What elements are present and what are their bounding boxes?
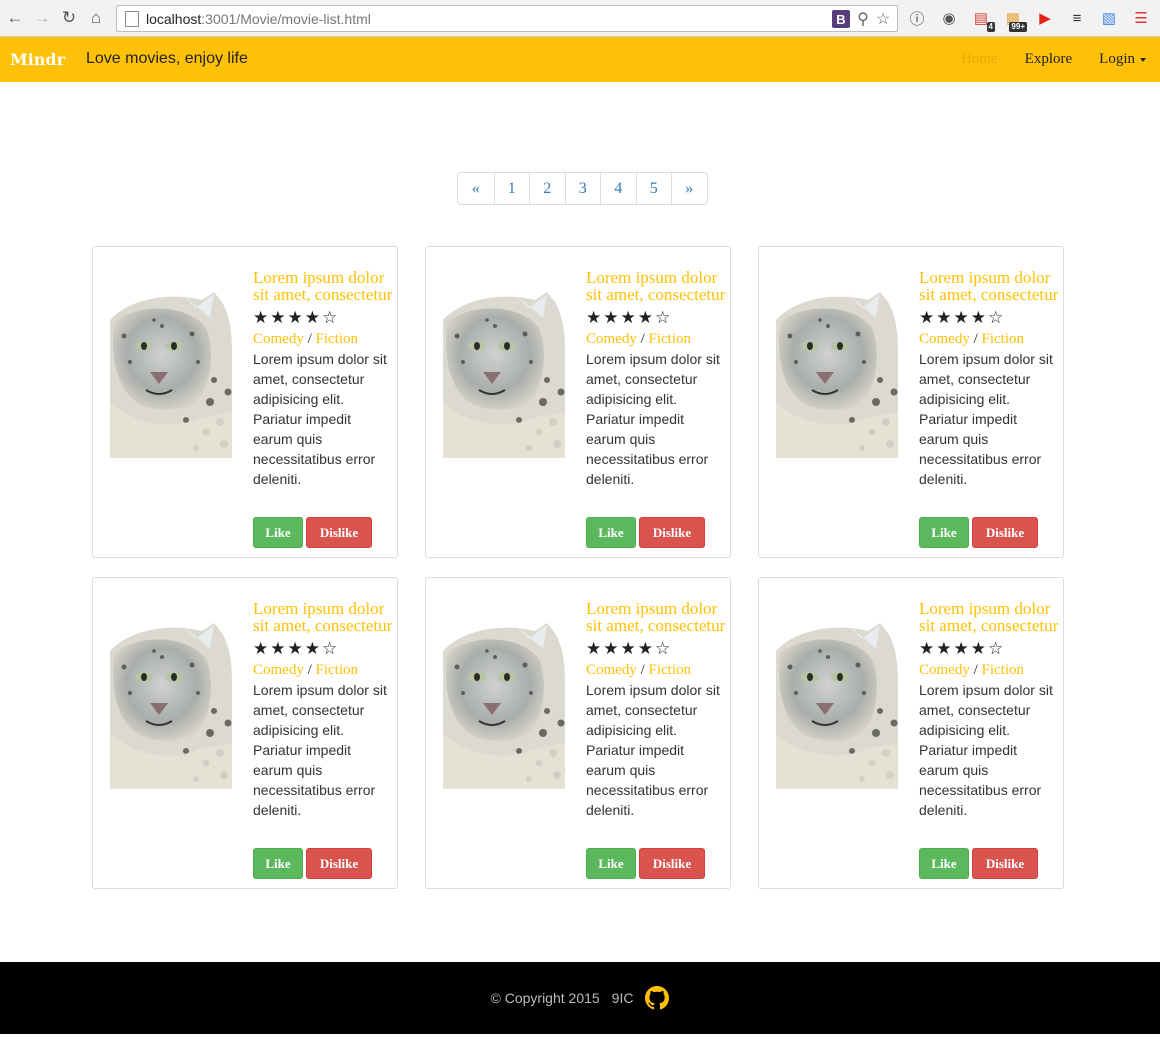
nav-item-login[interactable]: Login (1099, 51, 1146, 68)
menu-icon[interactable]: ☰ (1130, 6, 1152, 30)
reload-icon[interactable]: ↻ (57, 6, 81, 30)
movie-description: Lorem ipsum dolor sit amet, consectetur … (586, 351, 720, 487)
nav-item-explore[interactable]: Explore (1025, 51, 1072, 68)
dislike-button[interactable]: Dislike (972, 848, 1038, 879)
like-button[interactable]: Like (253, 848, 303, 879)
page-prev[interactable]: « (458, 173, 494, 204)
movie-poster-image[interactable] (443, 623, 565, 789)
rating-stars: ★★★★☆ (919, 639, 1006, 658)
movie-description: Lorem ipsum dolor sit amet, consectetur … (919, 351, 1053, 487)
dislike-button[interactable]: Dislike (306, 848, 372, 879)
movie-title[interactable]: Lorem ipsum dolor sit amet, consectetur (586, 600, 726, 634)
translate-extension-icon[interactable]: ▧ (1098, 6, 1120, 30)
back-icon[interactable]: ← (3, 6, 27, 30)
genre-link[interactable]: Comedy (919, 331, 970, 347)
rating-stars: ★★★★☆ (253, 639, 340, 658)
genre-link[interactable]: Comedy (919, 662, 970, 678)
genre-link[interactable]: Comedy (586, 331, 637, 347)
movie-poster-image[interactable] (110, 292, 232, 458)
browser-toolbar: ← → ↻ ⌂ localhost:3001/Movie/movie-list.… (0, 0, 1160, 37)
copyright-text: © Copyright 2015 (490, 990, 600, 1006)
nav-menu: Home Explore Login (934, 51, 1146, 68)
movie-card: Lorem ipsum dolor sit amet, consectetur … (92, 577, 398, 889)
genre-list: Comedy / Fiction (919, 662, 1025, 678)
movie-poster-image[interactable] (443, 292, 565, 458)
movie-card: Lorem ipsum dolor sit amet, consectetur … (425, 246, 731, 558)
movie-card: Lorem ipsum dolor sit amet, consectetur … (758, 577, 1064, 889)
genre-list: Comedy / Fiction (586, 662, 692, 678)
rating-stars: ★★★★☆ (253, 308, 340, 327)
bootstrap-extension-icon[interactable]: B (832, 10, 850, 28)
page-4[interactable]: 4 (600, 173, 636, 204)
like-button[interactable]: Like (586, 848, 636, 879)
dislike-button[interactable]: Dislike (639, 848, 705, 879)
movie-title[interactable]: Lorem ipsum dolor sit amet, consectetur (919, 600, 1059, 634)
movie-title[interactable]: Lorem ipsum dolor sit amet, consectetur (586, 269, 726, 303)
site-navbar: Mindr Love movies, enjoy life Home Explo… (0, 37, 1160, 82)
home-icon[interactable]: ⌂ (84, 6, 108, 30)
page-3[interactable]: 3 (564, 173, 601, 204)
evernote-extension-icon[interactable]: ◉ (938, 6, 960, 30)
movie-card: Lorem ipsum dolor sit amet, consectetur … (425, 577, 731, 889)
info-extension-icon[interactable]: ⓘ (906, 6, 928, 30)
dislike-button[interactable]: Dislike (639, 517, 705, 548)
pagination: « 1 2 3 4 5 » (457, 172, 708, 205)
movie-card: Lorem ipsum dolor sit amet, consectetur … (758, 246, 1064, 558)
movie-description: Lorem ipsum dolor sit amet, consectetur … (586, 682, 720, 818)
genre-list: Comedy / Fiction (253, 662, 359, 678)
movie-description: Lorem ipsum dolor sit amet, consectetur … (253, 682, 387, 818)
genre-link[interactable]: Fiction (649, 331, 692, 347)
page-2[interactable]: 2 (529, 173, 565, 204)
genre-link[interactable]: Fiction (649, 662, 692, 678)
genre-link[interactable]: Fiction (982, 662, 1025, 678)
todoist-extension-icon[interactable]: ▤ 4 (970, 6, 995, 32)
team-name: 9IC (611, 990, 634, 1006)
like-button[interactable]: Like (253, 517, 303, 548)
like-button[interactable]: Like (919, 848, 969, 879)
movie-poster-image[interactable] (776, 292, 898, 458)
github-icon[interactable] (645, 986, 670, 1010)
bookmark-star-icon[interactable]: ☆ (873, 9, 893, 29)
genre-link[interactable]: Comedy (253, 331, 304, 347)
address-bar[interactable]: localhost:3001/Movie/movie-list.html B ⚲… (116, 5, 898, 32)
movie-description: Lorem ipsum dolor sit amet, consectetur … (919, 682, 1053, 818)
movie-title[interactable]: Lorem ipsum dolor sit amet, consectetur (253, 600, 393, 634)
page-1[interactable]: 1 (493, 173, 530, 204)
genre-link[interactable]: Fiction (982, 331, 1025, 347)
forward-icon[interactable]: → (30, 6, 54, 30)
site-footer: © Copyright 2015 9IC (0, 962, 1160, 1034)
tree-extension-icon[interactable]: ≡ (1066, 6, 1088, 30)
movie-title[interactable]: Lorem ipsum dolor sit amet, consectetur (919, 269, 1059, 303)
genre-list: Comedy / Fiction (919, 331, 1025, 347)
genre-link[interactable]: Comedy (253, 662, 304, 678)
genre-list: Comedy / Fiction (586, 331, 692, 347)
movie-description: Lorem ipsum dolor sit amet, consectetur … (253, 351, 387, 487)
caret-down-icon (1140, 57, 1146, 62)
movie-title[interactable]: Lorem ipsum dolor sit amet, consectetur (253, 269, 393, 303)
rating-stars: ★★★★☆ (586, 308, 673, 327)
genre-link[interactable]: Fiction (316, 331, 359, 347)
dislike-button[interactable]: Dislike (972, 517, 1038, 548)
url-text[interactable]: localhost:3001/Movie/movie-list.html (146, 11, 371, 27)
feed-extension-icon[interactable]: ▩ 99+ (1002, 6, 1027, 32)
dislike-button[interactable]: Dislike (306, 517, 372, 548)
genre-link[interactable]: Fiction (316, 662, 359, 678)
genre-link[interactable]: Comedy (586, 662, 637, 678)
rating-stars: ★★★★☆ (586, 639, 673, 658)
like-button[interactable]: Like (919, 517, 969, 548)
page-next[interactable]: » (671, 173, 707, 204)
nav-item-home[interactable]: Home (961, 51, 998, 68)
search-icon[interactable]: ⚲ (853, 9, 873, 29)
movie-poster-image[interactable] (110, 623, 232, 789)
page-5[interactable]: 5 (635, 173, 672, 204)
page-icon (125, 10, 139, 27)
movie-poster-image[interactable] (776, 623, 898, 789)
movie-card: Lorem ipsum dolor sit amet, consectetur … (92, 246, 398, 558)
youtube-extension-icon[interactable]: ▶ (1034, 6, 1056, 30)
genre-list: Comedy / Fiction (253, 331, 359, 347)
rating-stars: ★★★★☆ (919, 308, 1006, 327)
brand-logo[interactable]: Mindr (10, 50, 65, 69)
like-button[interactable]: Like (586, 517, 636, 548)
tagline: Love movies, enjoy life (86, 50, 248, 67)
